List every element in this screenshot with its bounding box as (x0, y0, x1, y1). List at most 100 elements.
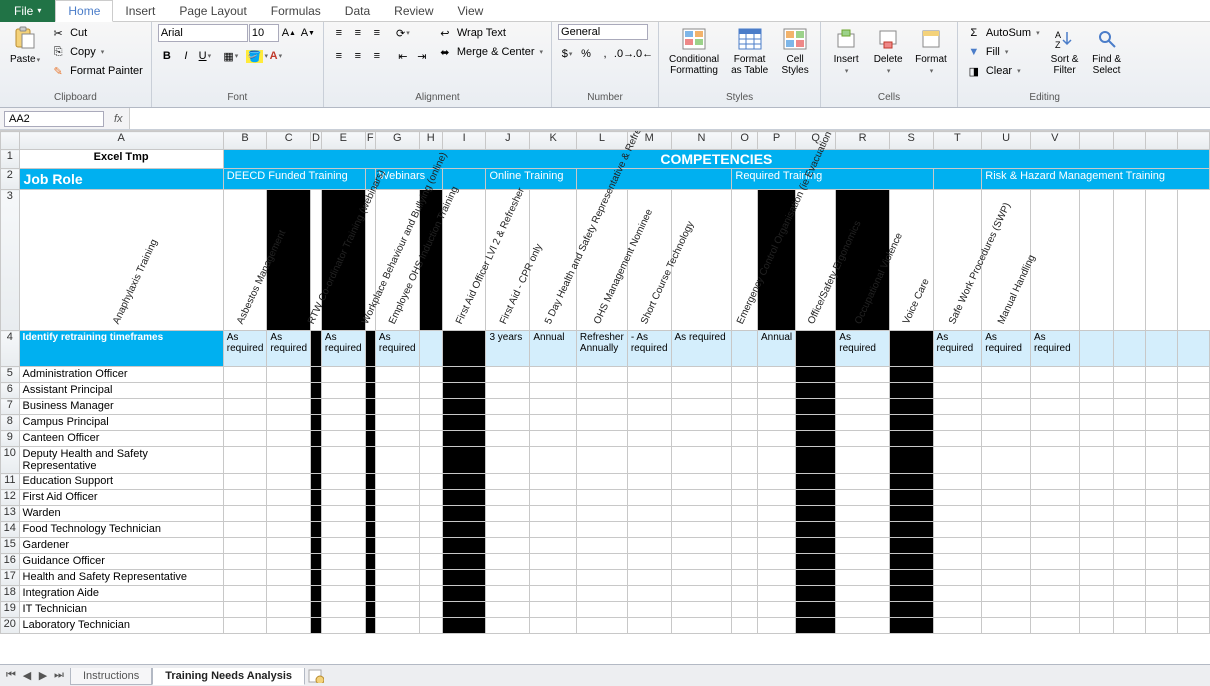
col-header[interactable] (1145, 132, 1177, 150)
sort-filter-button[interactable]: AZSort &Filter (1046, 24, 1084, 78)
sheet-tab-tna[interactable]: Training Needs Analysis (152, 668, 305, 685)
tab-review[interactable]: Review (382, 1, 445, 21)
row-header[interactable]: 13 (1, 506, 20, 522)
currency-button[interactable]: $▾ (558, 45, 576, 63)
align-bottom-button[interactable]: ≡ (368, 24, 386, 42)
copy-button[interactable]: ⎘Copy▾ (48, 43, 145, 61)
row-header[interactable]: 18 (1, 586, 20, 602)
paste-button[interactable]: Paste▾ (6, 24, 44, 67)
sheet-nav-next[interactable]: ▶ (36, 669, 50, 682)
formula-bar[interactable] (129, 108, 1210, 129)
col-header[interactable]: C (267, 132, 311, 150)
cell-styles-button[interactable]: CellStyles (776, 24, 814, 78)
row-header[interactable]: 12 (1, 490, 20, 506)
format-painter-button[interactable]: ✎Format Painter (48, 62, 145, 80)
wrap-text-button[interactable]: ↩Wrap Text (435, 24, 545, 42)
decrease-font-button[interactable]: A▼ (299, 24, 317, 42)
row-header[interactable]: 6 (1, 383, 20, 399)
delete-button[interactable]: Delete▾ (869, 24, 907, 78)
comma-button[interactable]: , (596, 45, 614, 63)
bold-button[interactable]: B (158, 47, 176, 65)
format-button[interactable]: Format▾ (911, 24, 951, 78)
merge-center-button[interactable]: ⬌Merge & Center▾ (435, 43, 545, 61)
sheet-nav-last[interactable]: ⏭ (52, 669, 66, 682)
col-header[interactable]: J (486, 132, 530, 150)
italic-button[interactable]: I (177, 47, 195, 65)
row-header[interactable]: 11 (1, 474, 20, 490)
tab-home[interactable]: Home (55, 0, 113, 22)
col-header[interactable]: U (982, 132, 1031, 150)
row-header[interactable]: 3 (1, 190, 20, 331)
col-header[interactable]: R (836, 132, 890, 150)
percent-button[interactable]: % (577, 45, 595, 63)
fill-color-button[interactable]: 🪣▾ (248, 47, 266, 65)
row-header[interactable]: 17 (1, 570, 20, 586)
col-header[interactable]: N (671, 132, 732, 150)
tab-insert[interactable]: Insert (113, 1, 167, 21)
row-header[interactable]: 2 (1, 169, 20, 190)
spreadsheet-grid[interactable]: ABCDEFGHIJKLMNOPQRSTUV1Excel TmpCOMPETEN… (0, 130, 1210, 664)
col-header[interactable]: O (732, 132, 758, 150)
find-select-button[interactable]: Find &Select (1088, 24, 1126, 78)
number-format-select[interactable] (558, 24, 648, 40)
col-header[interactable]: H (419, 132, 442, 150)
format-as-table-button[interactable]: Formatas Table (727, 24, 772, 78)
clear-button[interactable]: ◨Clear▾ (964, 62, 1042, 80)
row-header[interactable]: 19 (1, 602, 20, 618)
row-header[interactable]: 10 (1, 447, 20, 474)
tab-formulas[interactable]: Formulas (259, 1, 333, 21)
file-tab[interactable]: File▾ (0, 0, 55, 22)
new-sheet-button[interactable] (307, 668, 325, 684)
col-header[interactable]: I (442, 132, 486, 150)
cut-button[interactable]: ✂Cut (48, 24, 145, 42)
increase-indent-button[interactable]: ⇥ (413, 47, 431, 65)
col-header[interactable]: V (1030, 132, 1079, 150)
sheet-tab-instructions[interactable]: Instructions (70, 668, 152, 685)
col-header[interactable]: L (576, 132, 627, 150)
row-header[interactable]: 4 (1, 331, 20, 367)
col-header[interactable]: G (375, 132, 419, 150)
col-header[interactable] (1079, 132, 1113, 150)
row-header[interactable]: 7 (1, 399, 20, 415)
col-header[interactable]: B (223, 132, 267, 150)
increase-decimal-button[interactable]: .0→ (615, 45, 633, 63)
align-top-button[interactable]: ≡ (330, 24, 348, 42)
font-size-select[interactable] (249, 24, 279, 42)
tab-view[interactable]: View (446, 1, 496, 21)
align-middle-button[interactable]: ≡ (349, 24, 367, 42)
tab-page-layout[interactable]: Page Layout (167, 1, 258, 21)
row-header[interactable]: 20 (1, 618, 20, 634)
col-header[interactable] (1114, 132, 1146, 150)
sheet-nav-first[interactable]: ⏮ (4, 669, 18, 682)
row-header[interactable]: 1 (1, 150, 20, 169)
decrease-decimal-button[interactable]: .0← (634, 45, 652, 63)
border-button[interactable]: ▦▾ (222, 47, 240, 65)
col-header[interactable]: T (933, 132, 982, 150)
fx-icon[interactable]: fx (108, 113, 129, 125)
tab-data[interactable]: Data (333, 1, 382, 21)
sheet-nav-prev[interactable]: ◀ (20, 669, 34, 682)
autosum-button[interactable]: ΣAutoSum▾ (964, 24, 1042, 42)
row-header[interactable]: 8 (1, 415, 20, 431)
fill-button[interactable]: ▼Fill▾ (964, 43, 1042, 61)
row-header[interactable]: 16 (1, 554, 20, 570)
font-color-button[interactable]: A▾ (267, 47, 285, 65)
col-header[interactable]: K (530, 132, 577, 150)
col-header[interactable]: S (889, 132, 933, 150)
increase-font-button[interactable]: A▲ (280, 24, 298, 42)
orientation-button[interactable]: ⟳▾ (394, 24, 412, 42)
font-name-select[interactable] (158, 24, 248, 42)
underline-button[interactable]: U▾ (196, 47, 214, 65)
row-header[interactable]: 15 (1, 538, 20, 554)
conditional-formatting-button[interactable]: ConditionalFormatting (665, 24, 723, 78)
col-header[interactable] (1177, 132, 1209, 150)
align-left-button[interactable]: ≡ (330, 47, 348, 65)
row-header[interactable]: 5 (1, 367, 20, 383)
align-right-button[interactable]: ≡ (368, 47, 386, 65)
col-header[interactable]: F (365, 132, 375, 150)
col-header[interactable]: E (321, 132, 365, 150)
insert-button[interactable]: Insert▾ (827, 24, 865, 78)
row-header[interactable]: 14 (1, 522, 20, 538)
row-header[interactable]: 9 (1, 431, 20, 447)
decrease-indent-button[interactable]: ⇤ (394, 47, 412, 65)
